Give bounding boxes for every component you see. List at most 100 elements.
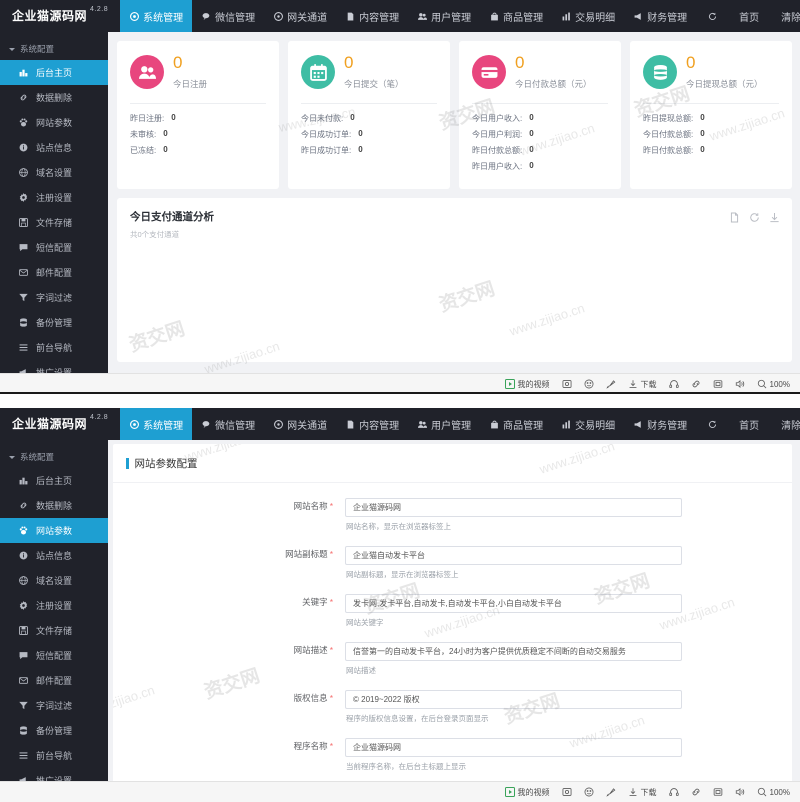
row-value: 0: [163, 129, 168, 138]
sidebar-item-register-settings[interactable]: 注册设置: [0, 185, 108, 210]
nav-item-gateway[interactable]: 网关通道: [264, 408, 336, 440]
headphone-button[interactable]: [668, 379, 679, 389]
subtitle-input[interactable]: [345, 546, 682, 565]
nav-item-users[interactable]: 用户管理: [408, 0, 480, 32]
list-icon: [18, 751, 28, 760]
card-label: 今日提交（笔）: [344, 79, 404, 89]
nav-item-goods[interactable]: 商品管理: [480, 408, 552, 440]
sidebar-item-data-delete[interactable]: 数据删除: [0, 85, 108, 110]
nav-item-content[interactable]: 内容管理: [336, 408, 408, 440]
sidebar-item-backup[interactable]: 备份管理: [0, 310, 108, 335]
window-gap: [0, 394, 800, 408]
refresh-icon[interactable]: [749, 210, 760, 222]
download-icon[interactable]: [769, 210, 780, 223]
sidebar-item-word-filter[interactable]: 字词过滤: [0, 285, 108, 310]
row-value: 0: [358, 129, 363, 138]
volume-button[interactable]: [735, 379, 745, 389]
copyright-input[interactable]: [345, 690, 682, 709]
row-value: 0: [529, 145, 534, 154]
program-name-input[interactable]: [345, 738, 682, 757]
sidebar-item-label: 注册设置: [36, 193, 73, 203]
sidebar-item-site-params[interactable]: 网站参数: [0, 518, 108, 543]
nav-item-wechat[interactable]: 微信管理: [192, 408, 264, 440]
sidebar-group-system-config[interactable]: 系统配置: [0, 445, 108, 468]
screenshot-button[interactable]: [562, 787, 572, 797]
nav-item-wechat[interactable]: 微信管理: [192, 0, 264, 32]
nav-item-system[interactable]: 系统管理: [120, 408, 193, 440]
link-button[interactable]: [691, 379, 701, 389]
refresh-button[interactable]: [696, 11, 728, 21]
screenshot-icon: [562, 788, 571, 796]
fullscreen-button[interactable]: [713, 787, 723, 797]
sidebar-item-mail[interactable]: 邮件配置: [0, 668, 108, 693]
users-icon: [130, 55, 164, 89]
document-icon[interactable]: [729, 210, 740, 223]
rocket-button[interactable]: [605, 379, 616, 389]
sidebar-item-dashboard[interactable]: 后台主页: [0, 60, 108, 85]
nav-item-goods[interactable]: 商品管理: [480, 0, 552, 32]
link-button[interactable]: [691, 787, 701, 797]
nav-item-transactions[interactable]: 交易明细: [552, 408, 624, 440]
sidebar-item-domain[interactable]: 域名设置: [0, 568, 108, 593]
sidebar-item-sms[interactable]: 短信配置: [0, 235, 108, 260]
home-button[interactable]: 首页: [728, 9, 770, 24]
mail-icon: [18, 268, 28, 277]
rocket-button[interactable]: [605, 787, 616, 797]
volume-button[interactable]: [735, 787, 745, 797]
paw-icon: [18, 526, 28, 535]
screenshot-button[interactable]: [562, 379, 572, 389]
description-input[interactable]: [345, 642, 682, 661]
sidebar-item-label: 网站参数: [36, 526, 73, 536]
refresh-button[interactable]: [696, 419, 728, 429]
field-label: 版权信息 *: [113, 689, 345, 734]
zoom-level[interactable]: 100%: [757, 379, 790, 389]
zoom-level[interactable]: 100%: [757, 787, 790, 797]
nav-item-finance[interactable]: 财务管理: [624, 408, 696, 440]
sidebar-item-word-filter[interactable]: 字词过滤: [0, 693, 108, 718]
sidebar-item-file-storage[interactable]: 文件存储: [0, 210, 108, 235]
zoom-icon: [757, 379, 766, 389]
sidebar-item-data-delete[interactable]: 数据删除: [0, 493, 108, 518]
emoji-button[interactable]: [584, 379, 594, 389]
nav-item-finance[interactable]: 财务管理: [624, 0, 696, 32]
fullscreen-button[interactable]: [713, 379, 723, 389]
sidebar-item-backup[interactable]: 备份管理: [0, 718, 108, 743]
sidebar-item-sms[interactable]: 短信配置: [0, 643, 108, 668]
sidebar-item-dashboard[interactable]: 后台主页: [0, 468, 108, 493]
my-video-button[interactable]: 我的视频: [504, 379, 550, 390]
nav-item-users[interactable]: 用户管理: [408, 408, 480, 440]
nav-item-system[interactable]: 系统管理: [120, 0, 193, 32]
download-button[interactable]: 下载: [628, 379, 657, 390]
sidebar-item-file-storage[interactable]: 文件存储: [0, 618, 108, 643]
sidebar-item-front-nav[interactable]: 前台导航: [0, 743, 108, 768]
download-button[interactable]: 下载: [628, 787, 657, 798]
home-button[interactable]: 首页: [728, 417, 770, 432]
row-key: 昨日用户收入:: [472, 162, 523, 171]
site-name-input[interactable]: [345, 498, 682, 517]
field-help: 网站关键字: [346, 618, 384, 627]
clear-cache-button[interactable]: 清除缓存: [770, 417, 800, 432]
my-video-button[interactable]: 我的视频: [504, 787, 550, 798]
divider: [472, 103, 608, 104]
sidebar-item-domain[interactable]: 域名设置: [0, 160, 108, 185]
stat-cards: 0 今日注册 昨日注册: 0 未审核: 0 已冻结: 0 0 今日提交（笔） 今…: [117, 41, 792, 189]
sidebar-item-front-nav[interactable]: 前台导航: [0, 335, 108, 360]
sidebar-item-site-params[interactable]: 网站参数: [0, 110, 108, 135]
emoji-button[interactable]: [584, 787, 594, 797]
nav-item-transactions[interactable]: 交易明细: [552, 0, 624, 32]
required-mark: *: [329, 693, 333, 703]
nav-item-gateway[interactable]: 网关通道: [264, 0, 336, 32]
keywords-input[interactable]: [345, 594, 682, 613]
label-text: 网站副标题: [285, 549, 328, 559]
sidebar-item-site-info[interactable]: 站点信息: [0, 543, 108, 568]
nav-item-content[interactable]: 内容管理: [336, 0, 408, 32]
clear-cache-button[interactable]: 清除缓存: [770, 9, 800, 24]
nav-label: 微信管理: [215, 420, 256, 432]
headphone-button[interactable]: [668, 787, 679, 797]
sidebar-group-system-config[interactable]: 系统配置: [0, 37, 108, 60]
sidebar-item-register-settings[interactable]: 注册设置: [0, 593, 108, 618]
chevron-down-icon: [9, 47, 15, 51]
sidebar-item-site-info[interactable]: 站点信息: [0, 135, 108, 160]
sidebar-item-mail[interactable]: 邮件配置: [0, 260, 108, 285]
filter-icon: [18, 293, 28, 302]
